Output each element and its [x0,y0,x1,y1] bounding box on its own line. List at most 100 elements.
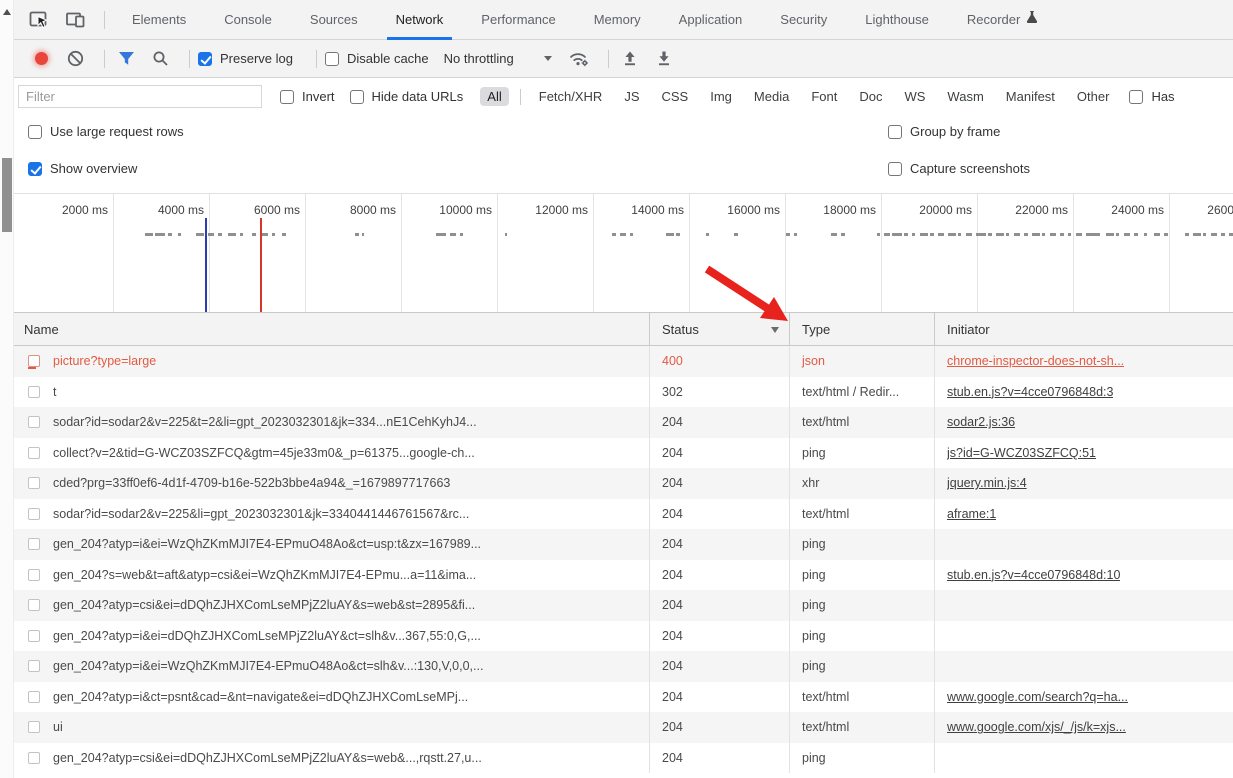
request-row[interactable]: gen_204?atyp=csi&ei=dDQhZJHXComLseMPjZ2l… [14,590,1233,621]
filter-bar: Invert Hide data URLs All Fetch/XHR JS CSS I… [14,78,1233,115]
request-row[interactable]: collect?v=2&tid=G-WCZ03SZFCQ&gtm=45je33m… [14,438,1233,469]
clear-button[interactable] [62,45,89,72]
tab-memory[interactable]: Memory [575,0,660,40]
filter-type-wasm[interactable]: Wasm [940,87,990,106]
device-toolbar-icon[interactable] [60,6,90,34]
left-scrollbar[interactable] [0,0,14,778]
request-checkbox[interactable] [28,630,40,642]
column-header-initiator[interactable]: Initiator [935,313,1233,345]
tab-elements[interactable]: Elements [113,0,205,40]
request-checkbox[interactable] [28,508,40,520]
request-checkbox[interactable] [28,660,40,672]
filter-type-manifest[interactable]: Manifest [999,87,1062,106]
request-checkbox[interactable] [28,569,40,581]
scrollbar-thumb[interactable] [2,158,12,232]
invert-checkbox[interactable]: Invert [280,89,335,104]
filter-type-doc[interactable]: Doc [852,87,889,106]
tab-sources[interactable]: Sources [291,0,377,40]
status-cell: 204 [650,651,790,682]
activity-mark [1185,233,1189,236]
filter-type-other[interactable]: Other [1070,87,1117,106]
initiator-link[interactable]: jquery.min.js:4 [947,476,1027,490]
request-row[interactable]: sodar?id=sodar2&v=225&li=gpt_2023032301&… [14,499,1233,530]
initiator-link[interactable]: chrome-inspector-does-not-sh... [947,354,1124,368]
request-row[interactable]: sodar?id=sodar2&v=225&t=2&li=gpt_2023032… [14,407,1233,438]
tab-network[interactable]: Network [377,0,463,40]
network-overview[interactable]: 2000 ms4000 ms6000 ms8000 ms10000 ms1200… [14,193,1233,312]
hide-data-urls-checkbox[interactable]: Hide data URLs [350,89,464,104]
request-row[interactable]: picture?type=large400jsonchrome-inspecto… [14,346,1233,377]
filter-type-all[interactable]: All [480,87,508,106]
inspect-element-icon[interactable] [24,6,54,34]
capture-screenshots-checkbox[interactable]: Capture screenshots [888,161,1030,176]
initiator-link[interactable]: stub.en.js?v=4cce0796848d:10 [947,568,1120,582]
initiator-link[interactable]: sodar2.js:36 [947,415,1015,429]
tab-application[interactable]: Application [660,0,762,40]
filter-input[interactable] [18,85,262,108]
tab-recorder[interactable]: Recorder [948,0,1057,40]
initiator-cell [935,621,1233,652]
request-checkbox[interactable] [28,447,40,459]
tab-lighthouse[interactable]: Lighthouse [846,0,948,40]
request-row[interactable]: gen_204?atyp=i&ei=WzQhZKmMJI7E4-EPmuO48A… [14,651,1233,682]
search-button[interactable] [147,45,174,72]
import-har-button[interactable] [617,45,644,72]
request-row[interactable]: gen_204?atyp=csi&ei=dDQhZJHXComLseMPjZ2l… [14,743,1233,774]
initiator-link[interactable]: aframe:1 [947,507,996,521]
request-row[interactable]: cded?prg=33ff0ef6-4d1f-4709-b16e-522b3bb… [14,468,1233,499]
network-conditions-icon[interactable] [566,45,593,72]
filter-toggle-button[interactable] [113,45,140,72]
request-checkbox[interactable] [28,721,40,733]
disable-cache-checkbox[interactable]: Disable cache [325,51,429,66]
column-header-type[interactable]: Type [790,313,935,345]
initiator-link[interactable]: www.google.com/xjs/_/js/k=xjs... [947,720,1126,734]
checkbox-unchecked-icon [325,52,339,66]
request-checkbox[interactable] [28,538,40,550]
initiator-cell: js?id=G-WCZ03SZFCQ:51 [935,438,1233,469]
request-row[interactable]: gen_204?s=web&t=aft&atyp=csi&ei=WzQhZKmM… [14,560,1233,591]
has-blocked-cookies-checkbox[interactable]: Has [1129,89,1174,104]
column-header-name[interactable]: Name [14,313,650,345]
filter-type-media[interactable]: Media [747,87,796,106]
scroll-up-arrow-icon[interactable] [3,9,11,15]
checkbox-label: Hide data URLs [372,89,464,104]
filter-type-js[interactable]: JS [617,87,646,106]
status-cell: 204 [650,560,790,591]
request-checkbox[interactable] [28,599,40,611]
filter-type-font[interactable]: Font [804,87,844,106]
request-row[interactable]: gen_204?atyp=i&ei=dDQhZJHXComLseMPjZ2luA… [14,621,1233,652]
tab-performance[interactable]: Performance [462,0,574,40]
request-checkbox[interactable] [28,355,40,367]
request-checkbox[interactable] [28,691,40,703]
initiator-link[interactable]: stub.en.js?v=4cce0796848d:3 [947,385,1113,399]
request-checkbox[interactable] [28,477,40,489]
request-row[interactable]: ui204text/htmlwww.google.com/xjs/_/js/k=… [14,712,1233,743]
type-cell: ping [790,560,935,591]
column-header-status[interactable]: Status [650,313,790,345]
filter-type-ws[interactable]: WS [897,87,932,106]
export-har-button[interactable] [651,45,678,72]
request-row[interactable]: gen_204?atyp=i&ei=WzQhZKmMJI7E4-EPmuO48A… [14,529,1233,560]
filter-type-css[interactable]: CSS [655,87,696,106]
request-row[interactable]: t302text/html / Redir...stub.en.js?v=4cc… [14,377,1233,408]
filter-type-img[interactable]: Img [703,87,739,106]
group-by-frame-checkbox[interactable]: Group by frame [888,124,1000,139]
throttling-select[interactable]: No throttling [444,51,552,66]
request-row[interactable]: gen_204?atyp=i&ct=psnt&cad=&nt=navigate&… [14,682,1233,713]
filter-type-fetch-xhr[interactable]: Fetch/XHR [532,87,610,106]
resource-type-filters: All Fetch/XHR JS CSS Img Media Font Doc WS Wasm Ma… [480,87,1116,106]
request-checkbox[interactable] [28,416,40,428]
record-button[interactable] [28,45,55,72]
request-checkbox[interactable] [28,386,40,398]
show-overview-checkbox[interactable]: Show overview [28,161,137,176]
checkbox-label: Capture screenshots [910,161,1030,176]
tab-security[interactable]: Security [761,0,846,40]
activity-mark [630,233,633,236]
initiator-link[interactable]: js?id=G-WCZ03SZFCQ:51 [947,446,1096,460]
initiator-link[interactable]: www.google.com/search?q=ha... [947,690,1128,704]
request-checkbox[interactable] [28,752,40,764]
tab-console[interactable]: Console [205,0,291,40]
preserve-log-checkbox[interactable]: Preserve log [198,51,293,66]
use-large-request-rows-checkbox[interactable]: Use large request rows [28,124,184,139]
activity-mark [1144,233,1147,236]
